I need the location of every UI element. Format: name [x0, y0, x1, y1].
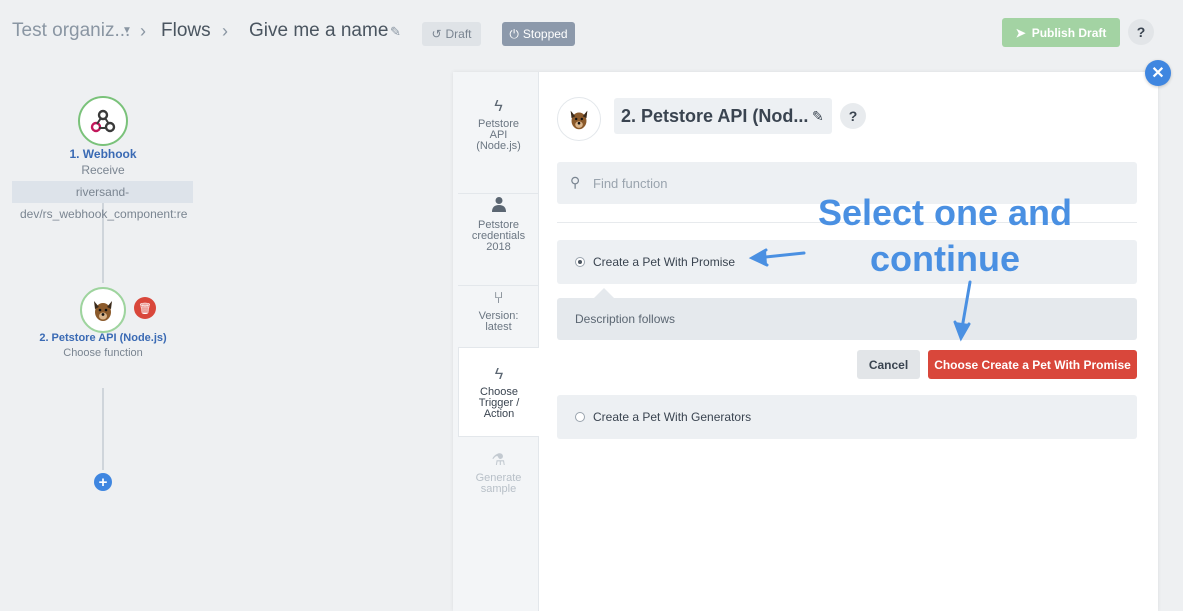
webhook-node-subtitle: Receive — [81, 163, 125, 177]
draft-badge-label: Draft — [445, 27, 472, 41]
branch-icon: ⑂ — [493, 290, 504, 307]
breadcrumb-flows[interactable]: Flows — [161, 20, 211, 42]
top-bar: Test organiz... ▼ › Flows › Give me a na… — [0, 0, 1183, 64]
step-title[interactable]: 2. Petstore API (Nod... — [614, 98, 832, 134]
function-option-label: Create a Pet With Generators — [593, 410, 752, 424]
petstore-node-title: 2. Petstore API (Node.js) — [39, 332, 167, 344]
lightning-icon: ϟ — [494, 98, 503, 115]
function-option-label: Create a Pet With Promise — [593, 255, 736, 269]
function-description: Description follows — [557, 298, 1137, 340]
user-icon — [458, 196, 539, 217]
webhook-node-title: 1. Webhook — [69, 147, 137, 161]
search-icon: ⚲ — [570, 174, 581, 190]
instruction-annotation: Select one and continue — [790, 190, 1100, 282]
step-nav-item-credentials[interactable]: Petstore credentials 2018 — [458, 194, 539, 286]
petstore-node-subtitle: Choose function — [63, 347, 143, 359]
power-icon: ⏻ — [509, 26, 519, 41]
webhook-icon — [90, 109, 116, 133]
step-nav-item-choose-action[interactable]: ϟ Choose Trigger / Action — [458, 347, 539, 437]
annotation-line: Select one and — [817, 192, 1073, 233]
step-nav-label: Generate sample — [475, 472, 522, 495]
history-icon: ↺ — [431, 27, 442, 41]
caret-down-icon[interactable]: ▼ — [122, 25, 132, 36]
breadcrumb-organization[interactable]: Test organiz... — [12, 20, 130, 42]
step-nav-item-component[interactable]: ϟ Petstore API (Node.js) — [458, 94, 539, 194]
step-nav-label: Petstore API (Node.js) — [476, 118, 521, 152]
connector-line — [102, 388, 104, 470]
radio-button[interactable] — [575, 412, 585, 422]
pencil-icon[interactable]: ✎ — [812, 108, 824, 125]
description-pointer — [594, 288, 614, 298]
webhook-node[interactable] — [78, 96, 128, 146]
flow-name[interactable]: Give me a name — [249, 20, 388, 42]
step-nav-label: Choose Trigger / Action — [478, 386, 520, 420]
lightning-icon: ϟ — [494, 366, 504, 383]
help-button[interactable]: ? — [1128, 19, 1154, 45]
stopped-badge-label: Stopped — [522, 27, 568, 41]
step-nav-label: Petstore credentials 2018 — [471, 219, 526, 253]
petstore-node[interactable] — [80, 287, 126, 333]
step-help-button[interactable]: ? — [840, 103, 866, 129]
webhook-node-path: dev/rs_webhook_component:re — [20, 207, 188, 221]
step-navigation: ϟ Petstore API (Node.js) Petstore creden… — [453, 72, 539, 611]
publish-draft-label: Publish Draft — [1031, 25, 1107, 40]
cancel-button[interactable]: Cancel — [857, 350, 920, 379]
choose-function-button[interactable]: Choose Create a Pet With Promise — [928, 350, 1137, 379]
dog-avatar-icon — [570, 110, 588, 130]
function-option[interactable]: Create a Pet With Generators — [557, 395, 1137, 439]
trash-icon[interactable]: 🗑 — [134, 297, 156, 319]
pencil-icon[interactable]: ✎ — [390, 24, 401, 40]
close-panel-button[interactable]: ✕ — [1145, 60, 1171, 86]
publish-draft-button[interactable]: ➤ Publish Draft — [1002, 18, 1120, 47]
paper-plane-icon: ➤ — [1015, 25, 1026, 40]
draft-badge[interactable]: ↺ Draft — [422, 22, 481, 46]
radio-button[interactable] — [575, 257, 585, 267]
step-nav-label: Version: latest — [478, 310, 519, 333]
component-avatar — [557, 97, 601, 141]
stopped-badge[interactable]: ⏻ Stopped — [502, 22, 575, 46]
step-config-panel: ϟ Petstore API (Node.js) Petstore creden… — [453, 72, 1158, 611]
breadcrumb-separator-icon: › — [222, 21, 228, 41]
dog-avatar-icon — [94, 301, 112, 321]
breadcrumb-separator-icon: › — [140, 21, 146, 41]
add-step-button[interactable]: + — [94, 473, 112, 491]
flask-icon: ⚗ — [491, 452, 506, 469]
annotation-line: continue — [870, 238, 1020, 279]
webhook-node-tag: riversand- — [12, 181, 193, 203]
step-nav-item-generate-sample: ⚗ Generate sample — [458, 444, 539, 500]
